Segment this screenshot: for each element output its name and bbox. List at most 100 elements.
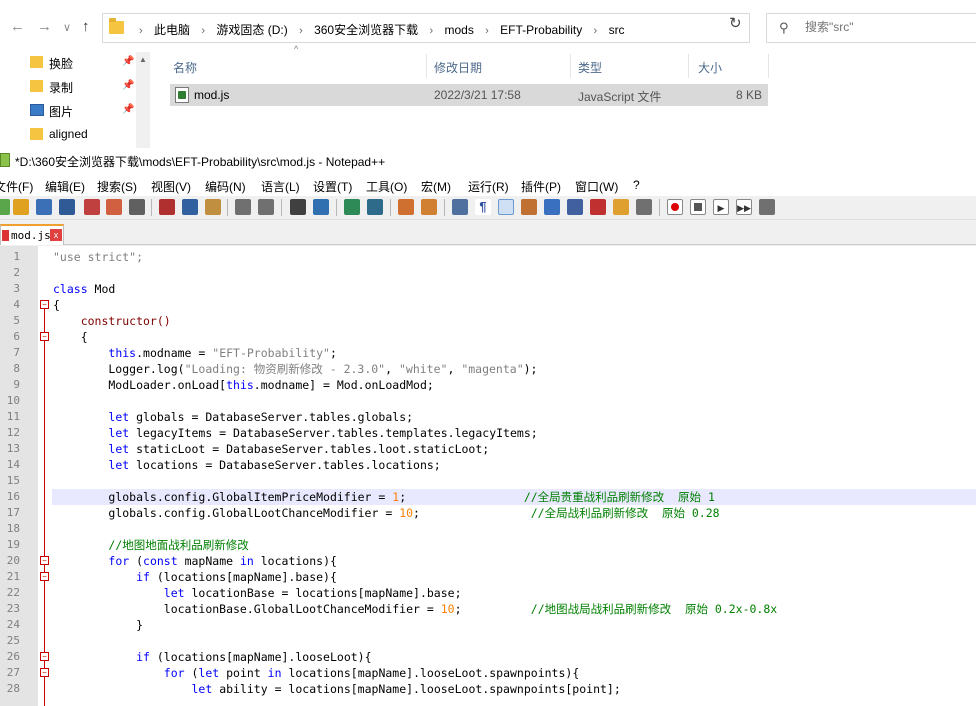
function-list-icon[interactable] (590, 199, 606, 215)
menu-macro[interactable]: 宏(M) (421, 178, 451, 195)
cut-icon[interactable] (159, 199, 175, 215)
column-name[interactable]: 名称 (173, 59, 197, 76)
run-macro-multiple-icon[interactable]: ▶▶ (736, 199, 752, 215)
save-all-icon[interactable] (59, 199, 75, 215)
zoom-out-icon[interactable] (367, 199, 383, 215)
menu-run[interactable]: 运行(R) (468, 178, 509, 195)
language-icon[interactable] (521, 199, 537, 215)
search-input[interactable] (805, 20, 965, 34)
sync-horizontal-icon[interactable] (421, 199, 437, 215)
menu-edit[interactable]: 编辑(E) (45, 178, 85, 195)
quick-access-item[interactable]: 换脸 📌 (30, 52, 148, 74)
zoom-in-icon[interactable] (344, 199, 360, 215)
refresh-icon[interactable]: ↻ (729, 14, 742, 32)
menu-tools[interactable]: 工具(O) (366, 178, 407, 195)
code-text: let ability = locations[mapName].looseLo… (191, 682, 621, 696)
playback-macro-icon[interactable]: ▶ (713, 199, 729, 215)
document-map-icon[interactable] (544, 199, 560, 215)
recent-dropdown-icon[interactable]: ∨ (63, 21, 71, 34)
show-all-characters-icon[interactable]: ¶ (475, 199, 491, 215)
open-file-icon[interactable] (13, 199, 29, 215)
menu-settings[interactable]: 设置(T) (313, 178, 352, 195)
monitoring-icon[interactable] (636, 199, 652, 215)
stop-recording-icon[interactable] (690, 199, 706, 215)
new-file-icon[interactable] (0, 199, 10, 215)
fold-collapse-icon[interactable]: − (40, 556, 49, 565)
indent-guide-icon[interactable] (498, 199, 514, 215)
close-file-icon[interactable] (84, 199, 100, 215)
menu-search[interactable]: 搜索(S) (97, 178, 137, 195)
menu-language[interactable]: 语言(L) (261, 178, 300, 195)
search-box[interactable]: ⚲ (766, 13, 976, 43)
quick-access-item[interactable]: aligned (30, 124, 148, 146)
scroll-up-icon[interactable]: ▲ (139, 55, 147, 64)
save-icon[interactable] (36, 199, 52, 215)
close-tab-icon[interactable]: x (50, 229, 62, 241)
chevron-right-icon[interactable]: › (485, 25, 489, 37)
file-row[interactable]: mod.js 2022/3/21 17:58 JavaScript 文件 8 K… (170, 84, 768, 106)
pin-icon[interactable]: 📌 (122, 104, 134, 115)
forward-arrow-icon[interactable]: → (37, 18, 52, 35)
address-bar[interactable]: › 此电脑 › 游戏固态 (D:) › 360安全浏览器下载 › mods › … (102, 13, 786, 43)
breadcrumb-item[interactable]: mods (444, 23, 473, 37)
fold-collapse-icon[interactable]: − (40, 668, 49, 677)
fold-collapse-icon[interactable]: − (40, 332, 49, 341)
menu-view[interactable]: 视图(V) (151, 178, 191, 195)
code-line: 19 //地图地面战利品刷新修改 (0, 537, 976, 553)
code-text: "use strict"; (53, 250, 144, 264)
back-arrow-icon[interactable]: ← (10, 18, 25, 35)
folder-workspace-icon[interactable] (613, 199, 629, 215)
paste-icon[interactable] (205, 199, 221, 215)
tab-mod-js[interactable]: mod.js x (0, 224, 64, 245)
record-macro-icon[interactable] (667, 199, 683, 215)
print-icon[interactable] (129, 199, 145, 215)
close-all-icon[interactable] (106, 199, 122, 215)
fold-collapse-icon[interactable]: − (40, 300, 49, 309)
line-number: 4 (13, 298, 20, 311)
menu-window[interactable]: 窗口(W) (575, 178, 618, 195)
fold-collapse-icon[interactable]: − (40, 572, 49, 581)
fold-collapse-icon[interactable]: − (40, 652, 49, 661)
word-wrap-icon[interactable] (452, 199, 468, 215)
code-editor[interactable]: 1 "use strict"; 2 3 class Mod 4 − { 5 co… (0, 246, 976, 706)
up-arrow-icon[interactable]: ↑ (82, 18, 90, 35)
chevron-right-icon[interactable]: › (299, 25, 303, 37)
column-type[interactable]: 类型 (578, 59, 602, 76)
sync-vertical-icon[interactable] (398, 199, 414, 215)
code-line: 20 − for (const mapName in locations){ (0, 553, 976, 569)
quick-access-item[interactable]: 录制 📌 (30, 76, 148, 98)
code-text: { (53, 330, 88, 344)
save-macro-icon[interactable] (759, 199, 775, 215)
chevron-right-icon[interactable]: › (139, 25, 143, 37)
pin-icon[interactable]: 📌 (122, 80, 134, 91)
chevron-right-icon[interactable]: › (429, 25, 433, 37)
breadcrumb-item[interactable]: 360安全浏览器下载 (314, 21, 418, 38)
breadcrumb-item[interactable]: 此电脑 (154, 21, 190, 38)
line-number: 25 (6, 634, 20, 647)
document-list-icon[interactable] (567, 199, 583, 215)
code-line: 1 "use strict"; (0, 249, 976, 265)
line-number: 11 (6, 410, 20, 423)
menu-file[interactable]: 文件(F) (0, 178, 33, 195)
copy-icon[interactable] (182, 199, 198, 215)
menu-plugins[interactable]: 插件(P) (521, 178, 561, 195)
redo-icon[interactable] (258, 199, 274, 215)
breadcrumb-item[interactable]: src (609, 23, 625, 37)
pin-icon[interactable]: 📌 (122, 56, 134, 67)
code-text: if (locations[mapName].base){ (136, 570, 337, 584)
nav-scrollbar[interactable]: ▲ (136, 52, 150, 148)
column-size[interactable]: 大小 (698, 59, 722, 76)
breadcrumb-item[interactable]: 游戏固态 (D:) (216, 21, 287, 38)
file-date: 2022/3/21 17:58 (434, 88, 521, 102)
menu-encoding[interactable]: 编码(N) (205, 178, 246, 195)
quick-access-label: 换脸 (49, 57, 74, 71)
chevron-right-icon[interactable]: › (594, 25, 598, 37)
column-date[interactable]: 修改日期 (434, 59, 482, 76)
find-icon[interactable] (290, 199, 306, 215)
quick-access-item[interactable]: 图片 📌 (30, 100, 148, 122)
replace-icon[interactable] (313, 199, 329, 215)
menu-help[interactable]: ? (633, 178, 640, 192)
chevron-right-icon[interactable]: › (201, 25, 205, 37)
breadcrumb-item[interactable]: EFT-Probability (500, 23, 582, 37)
undo-icon[interactable] (235, 199, 251, 215)
